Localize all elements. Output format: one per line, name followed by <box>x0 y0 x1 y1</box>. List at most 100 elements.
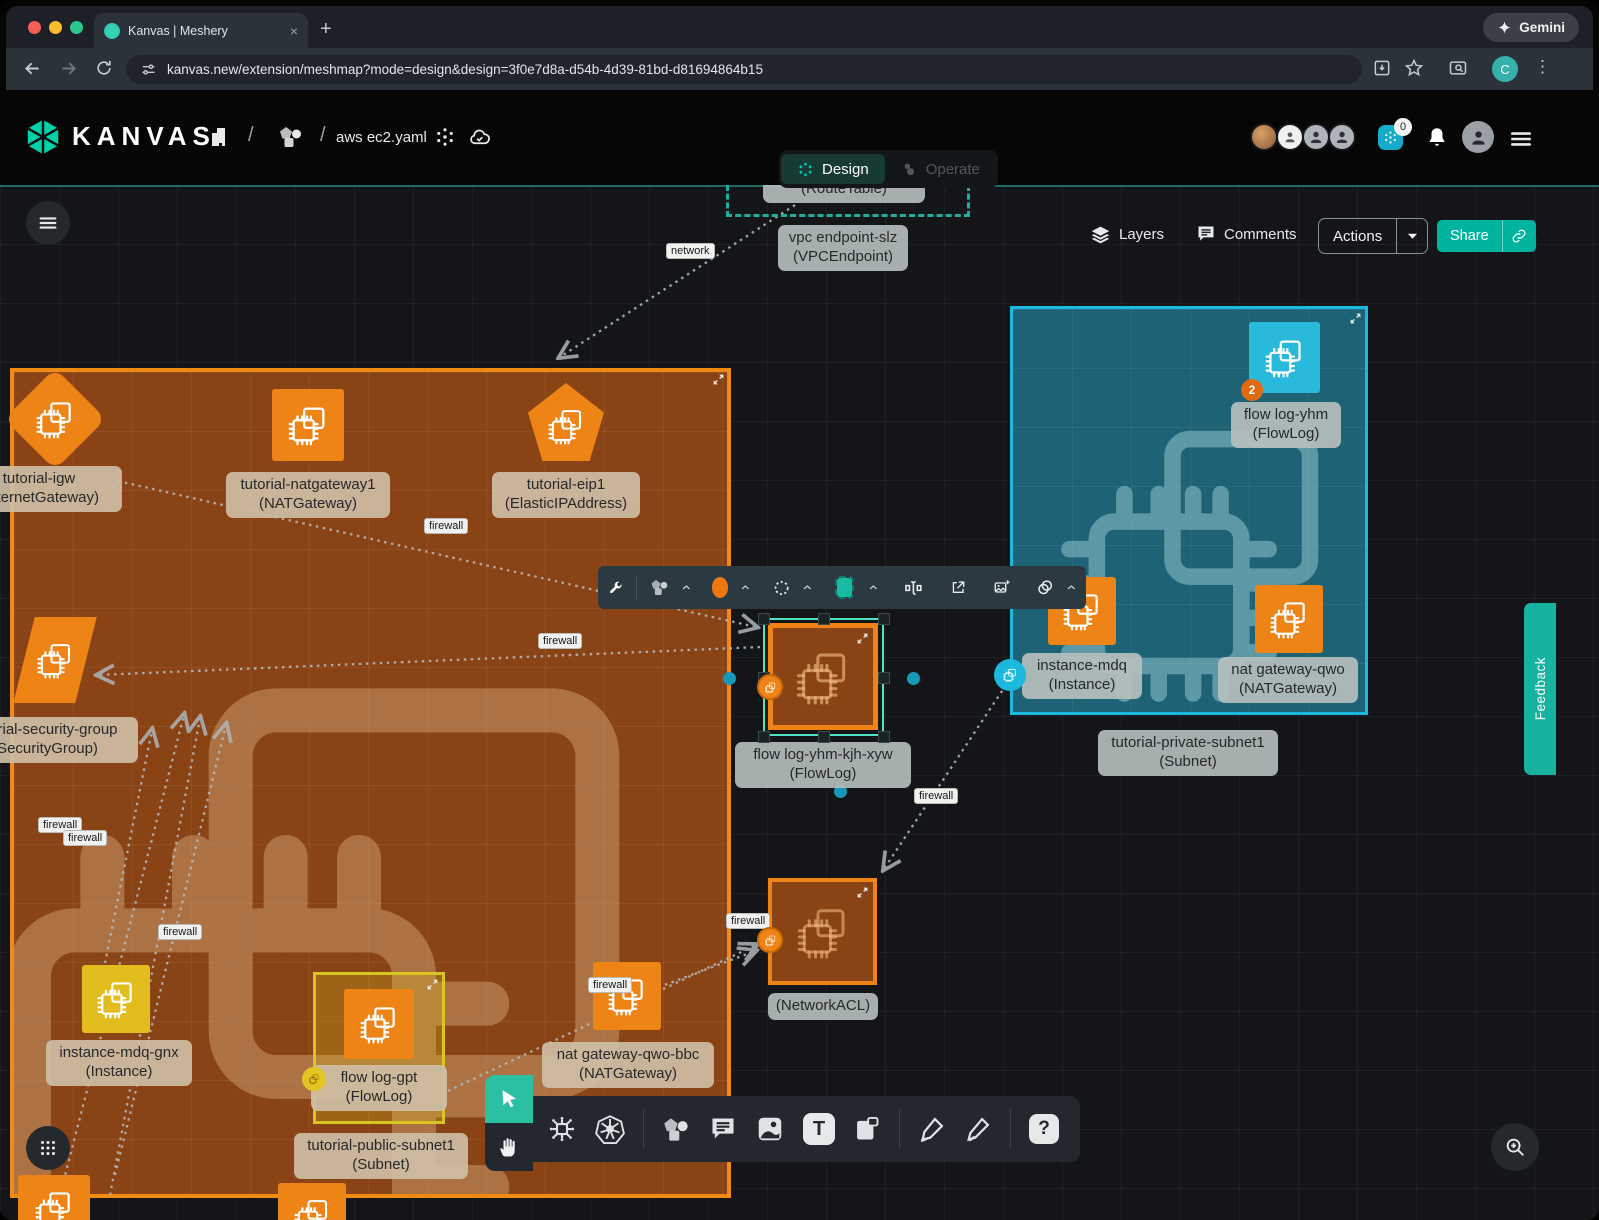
background-color-swatch[interactable] <box>837 578 852 597</box>
save-page-icon[interactable] <box>1372 58 1392 78</box>
actions-dropdown[interactable] <box>1396 219 1427 253</box>
selection-handle-sw[interactable] <box>758 731 770 743</box>
window-minimize-button[interactable] <box>49 21 62 34</box>
design-file-name[interactable]: aws ec2.yaml <box>336 129 427 146</box>
browser-tab[interactable]: Kanvas | Meshery × <box>94 13 308 48</box>
browser-menu-icon[interactable]: ⋮ <box>1534 57 1551 77</box>
tab-close-icon[interactable]: × <box>290 24 298 38</box>
node-partial-bottom-center[interactable] <box>278 1183 346 1220</box>
window-close-button[interactable] <box>28 21 41 34</box>
node-nat-gateway-qwo[interactable] <box>1255 585 1323 653</box>
collaborator-avatar-4[interactable] <box>1328 123 1356 151</box>
pencil-tool-icon[interactable] <box>964 1115 992 1143</box>
collapse-icon-flowlog-gpt[interactable] <box>426 978 439 991</box>
border-style-chevron-icon[interactable] <box>803 584 812 591</box>
fill-color-chevron-icon[interactable] <box>741 584 750 591</box>
organization-icon[interactable] <box>208 125 232 149</box>
node-flowlog-gpt[interactable] <box>344 989 414 1059</box>
collaborator-avatar-2[interactable] <box>1276 123 1304 151</box>
tab-operate[interactable]: Operate <box>885 154 996 184</box>
tab-design[interactable]: Design <box>781 154 885 184</box>
feedback-tab[interactable]: Feedback <box>1524 603 1556 775</box>
kanvas-logo-icon[interactable] <box>24 118 62 156</box>
node-nat-gateway-bbc[interactable] <box>593 962 661 1030</box>
share-button[interactable]: Share <box>1437 220 1536 252</box>
configure-wrench-icon[interactable] <box>608 578 623 597</box>
forward-icon[interactable] <box>58 58 79 79</box>
shape-picker-chevron-icon[interactable] <box>682 584 691 591</box>
shapes-tool-icon[interactable] <box>662 1116 691 1143</box>
collaborator-avatar-3[interactable] <box>1302 123 1330 151</box>
rename-icon[interactable] <box>904 576 923 600</box>
selection-handle-n[interactable] <box>818 613 830 625</box>
new-tab-button[interactable]: + <box>320 19 332 39</box>
browser-profile-avatar[interactable]: C <box>1492 56 1518 82</box>
tab-search-icon[interactable] <box>1448 58 1468 78</box>
collapse-icon-networkacl[interactable] <box>856 886 869 899</box>
group-layers-chevron-icon[interactable] <box>1067 584 1076 591</box>
selection-handle-e[interactable] <box>878 672 890 684</box>
shape-picker-icon[interactable] <box>650 576 670 599</box>
mesh-icon[interactable] <box>434 126 456 148</box>
badge-flowlog-kjh[interactable] <box>757 674 783 700</box>
back-icon[interactable] <box>22 58 43 79</box>
open-external-icon[interactable] <box>950 577 966 598</box>
port-private-subnet[interactable] <box>994 659 1026 691</box>
address-bar[interactable]: kanvas.new/extension/meshmap?mode=design… <box>126 55 1362 84</box>
copy-link-button[interactable] <box>1502 220 1536 252</box>
add-image-icon[interactable] <box>993 576 1011 599</box>
badge-networkacl[interactable] <box>757 927 783 953</box>
selection-handle-nw[interactable] <box>758 613 770 625</box>
connection-dot-right[interactable] <box>907 672 920 685</box>
design-canvas[interactable]: (RouteTable) <box>0 185 1599 1220</box>
pen-tool-icon[interactable] <box>918 1115 946 1143</box>
dock-divider-1 <box>643 1109 644 1149</box>
badge-flowlog-yhm-count[interactable]: 2 <box>1241 379 1263 401</box>
select-tool-button[interactable] <box>485 1075 533 1123</box>
pan-tool-button[interactable] <box>485 1123 533 1171</box>
node-label-natgw-qwo: nat gateway-qwo(NATGateway) <box>1218 657 1358 703</box>
collapse-icon-private-subnet[interactable] <box>1349 312 1362 325</box>
reload-icon[interactable] <box>94 58 114 78</box>
collapse-icon-public-subnet[interactable] <box>712 373 725 386</box>
widgets-button[interactable] <box>26 1126 70 1170</box>
bookmark-star-icon[interactable] <box>1404 58 1424 78</box>
kubernetes-tool-icon[interactable] <box>595 1114 625 1144</box>
canvas-menu-button[interactable] <box>26 201 70 245</box>
site-settings-icon[interactable] <box>140 61 157 78</box>
image-tool-icon[interactable] <box>755 1114 785 1144</box>
kanvas-logo-text[interactable]: KANVAS <box>72 121 216 152</box>
node-partial-bottom-left[interactable] <box>18 1175 90 1220</box>
node-instance-gnx[interactable] <box>82 965 150 1033</box>
node-nat-gateway-1[interactable] <box>272 389 344 461</box>
workspace-icon[interactable] <box>278 124 304 150</box>
connection-dot-left[interactable] <box>723 672 736 685</box>
comment-tool-icon[interactable] <box>709 1115 737 1143</box>
layers-button[interactable]: Layers <box>1090 224 1164 245</box>
node-flowlog-kjh[interactable] <box>768 623 878 730</box>
selection-handle-ne[interactable] <box>878 613 890 625</box>
badge-flowlog-gpt[interactable] <box>302 1067 326 1091</box>
fill-color-swatch[interactable] <box>712 577 728 598</box>
user-avatar[interactable] <box>1462 121 1494 153</box>
window-zoom-button[interactable] <box>70 21 83 34</box>
gemini-button[interactable]: Gemini <box>1483 13 1579 42</box>
app-menu-icon[interactable] <box>1508 126 1534 152</box>
background-chevron-icon[interactable] <box>869 584 878 591</box>
note-tool-icon[interactable] <box>853 1115 881 1143</box>
group-layers-icon[interactable] <box>1036 576 1054 599</box>
comments-button[interactable]: Comments <box>1196 224 1297 244</box>
collapse-icon-flowlog-kjh[interactable] <box>856 632 869 645</box>
node-network-acl[interactable] <box>768 878 877 985</box>
text-tool-icon[interactable]: T <box>803 1113 835 1145</box>
border-style-icon[interactable] <box>773 577 790 599</box>
actions-button[interactable]: Actions <box>1318 218 1428 254</box>
collaborator-avatar-1[interactable] <box>1250 123 1278 151</box>
cloud-save-icon[interactable] <box>468 126 491 149</box>
help-button[interactable]: ? <box>1029 1114 1059 1144</box>
bell-icon[interactable] <box>1426 126 1448 148</box>
zoom-search-button[interactable] <box>1491 1123 1539 1171</box>
selection-handle-s[interactable] <box>818 731 830 743</box>
selection-handle-se[interactable] <box>878 731 890 743</box>
components-tool-icon[interactable] <box>547 1114 577 1144</box>
